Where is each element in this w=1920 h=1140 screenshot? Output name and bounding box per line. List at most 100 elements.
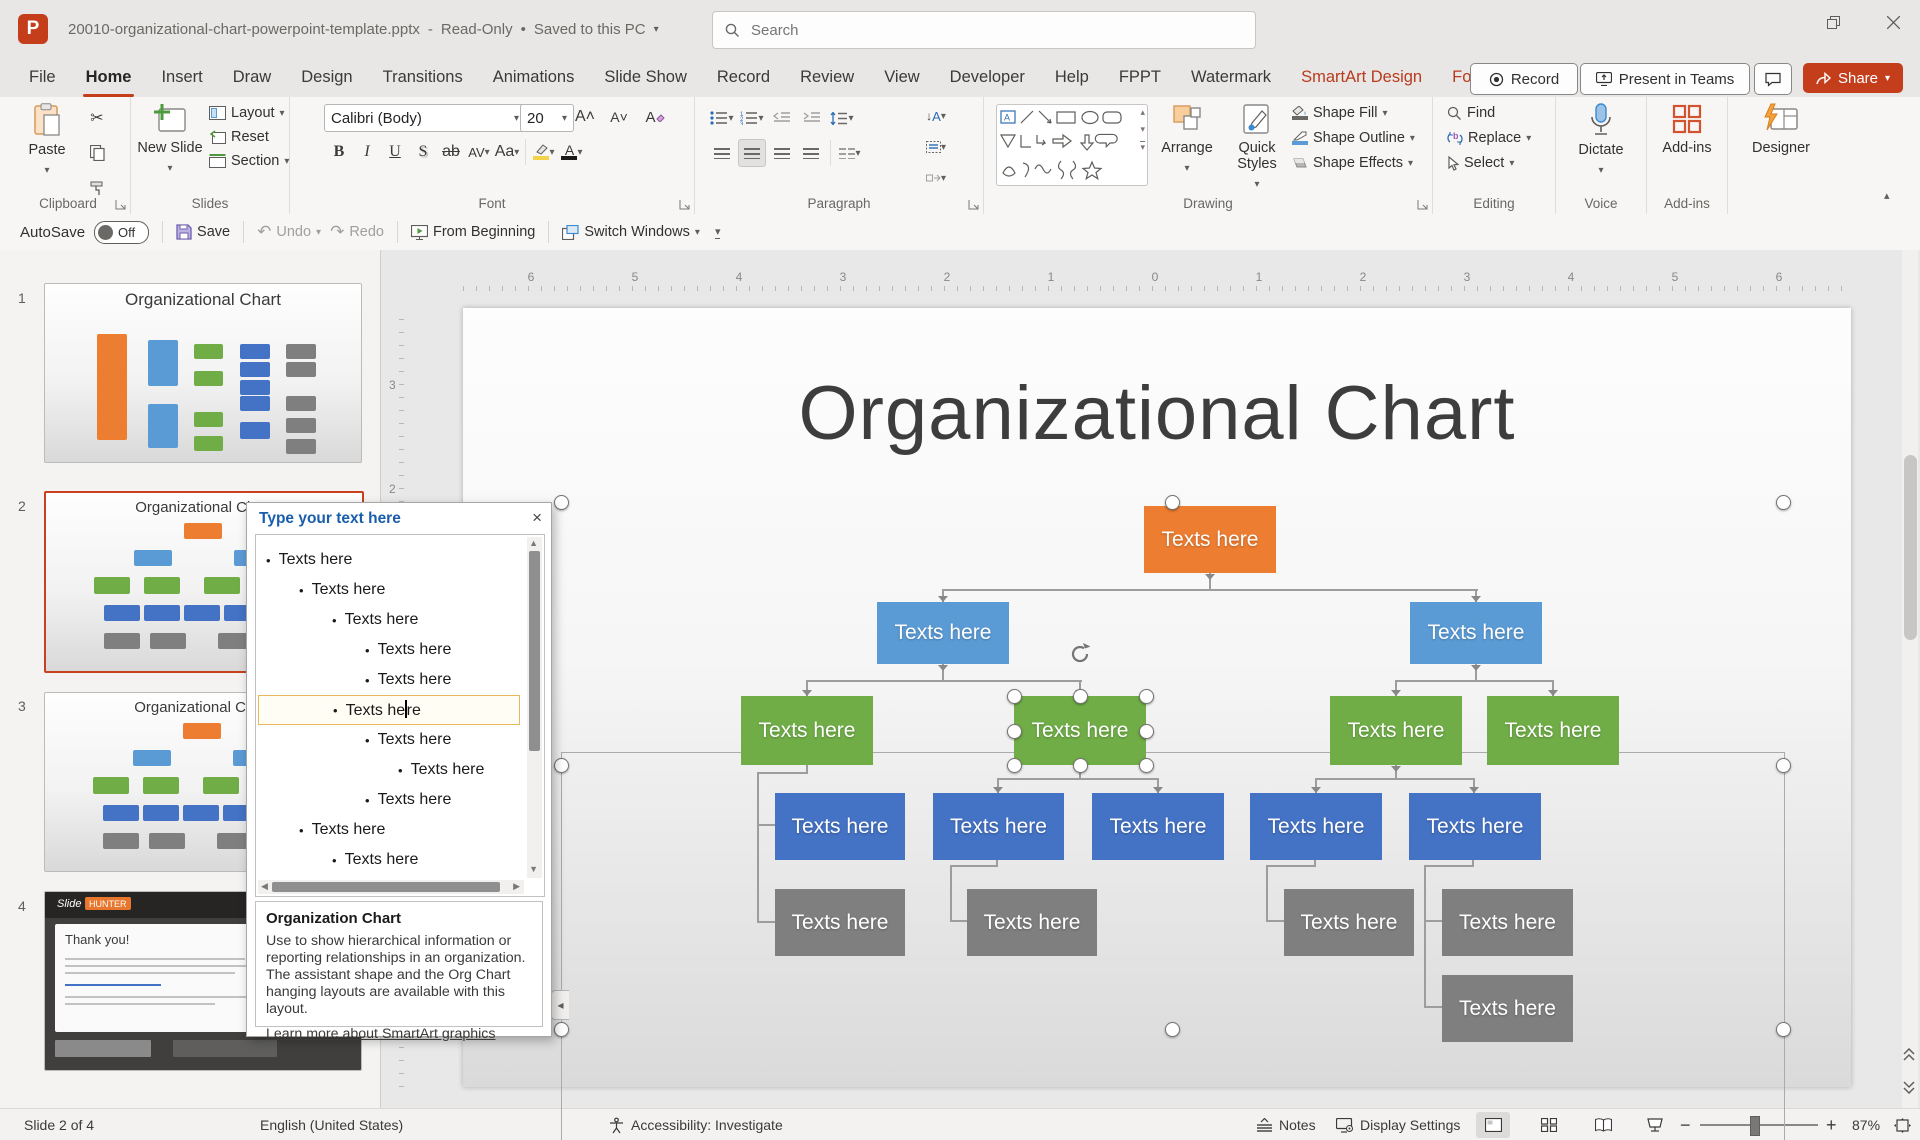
- paste-button[interactable]: Paste ▾: [14, 103, 80, 179]
- font-size-select[interactable]: 20▾: [520, 104, 574, 132]
- org-node-b1[interactable]: Texts here: [775, 793, 905, 860]
- shape-resize-handle[interactable]: [1139, 758, 1154, 773]
- underline-button[interactable]: U: [382, 139, 408, 165]
- text-pane-collapse-arrow[interactable]: ◂: [551, 990, 569, 1020]
- frame-resize-handle[interactable]: [1165, 1022, 1180, 1037]
- org-node-gr1[interactable]: Texts here: [775, 889, 905, 956]
- find-button[interactable]: Find: [1447, 105, 1531, 121]
- section-button[interactable]: Section▾: [209, 153, 289, 169]
- text-pane-item[interactable]: •Texts here: [258, 815, 520, 845]
- zoom-in-button[interactable]: +: [1826, 1109, 1837, 1140]
- frame-resize-handle[interactable]: [1165, 495, 1180, 510]
- text-pane-item[interactable]: •Texts here: [258, 665, 520, 695]
- shape-resize-handle[interactable]: [1073, 758, 1088, 773]
- reset-button[interactable]: Reset: [209, 129, 289, 145]
- scroll-up-icon[interactable]: ▲: [529, 539, 538, 548]
- comments-button[interactable]: [1754, 63, 1792, 95]
- powerpoint-app-icon[interactable]: P: [18, 14, 48, 44]
- replace-button[interactable]: b Replace▾: [1447, 130, 1531, 146]
- designer-button[interactable]: Designer: [1748, 103, 1814, 156]
- text-pane-item[interactable]: •Texts here: [258, 845, 520, 875]
- search-box[interactable]: [712, 11, 1256, 49]
- text-pane-item[interactable]: •Texts here: [258, 635, 520, 665]
- frame-resize-handle[interactable]: [1776, 1022, 1791, 1037]
- save-button[interactable]: Save: [176, 224, 230, 240]
- font-color-button[interactable]: A ▾: [559, 139, 585, 165]
- tab-file[interactable]: File: [14, 58, 71, 97]
- text-pane-item[interactable]: •Texts here: [258, 605, 520, 635]
- tab-fppt[interactable]: FPPT: [1104, 58, 1176, 97]
- switch-windows-button[interactable]: Switch Windows▾: [562, 224, 700, 240]
- language-button[interactable]: English (United States): [260, 1109, 403, 1140]
- tab-animations[interactable]: Animations: [478, 58, 590, 97]
- numbering-button[interactable]: 123 ▾: [739, 105, 765, 131]
- text-pane-item[interactable]: •Texts here: [258, 725, 520, 755]
- tab-developer[interactable]: Developer: [935, 58, 1040, 97]
- align-right-button[interactable]: [769, 140, 795, 166]
- justify-button[interactable]: [798, 140, 824, 166]
- copy-button[interactable]: [84, 140, 110, 166]
- saved-status[interactable]: Saved to this PC: [534, 21, 646, 38]
- shape-resize-handle[interactable]: [1073, 689, 1088, 704]
- align-center-button[interactable]: [738, 139, 766, 167]
- change-case-button[interactable]: Aa▾: [494, 139, 520, 165]
- org-node-b5[interactable]: Texts here: [1409, 793, 1541, 860]
- align-left-button[interactable]: [709, 140, 735, 166]
- text-pane-hscroll-thumb[interactable]: [272, 882, 500, 892]
- new-slide-button[interactable]: New Slide ▾: [137, 103, 203, 177]
- zoom-percent[interactable]: 87%: [1852, 1109, 1880, 1140]
- shape-resize-handle[interactable]: [1007, 689, 1022, 704]
- shape-outline-button[interactable]: Shape Outline▾: [1292, 130, 1415, 146]
- org-node-b2[interactable]: Texts here: [933, 793, 1064, 860]
- tab-help[interactable]: Help: [1040, 58, 1104, 97]
- fit-slide-to-window-button[interactable]: [1894, 1109, 1911, 1140]
- frame-resize-handle[interactable]: [554, 495, 569, 510]
- smartart-learn-more-link[interactable]: Learn more about SmartArt graphics: [266, 1026, 495, 1042]
- slide-title[interactable]: Organizational Chart: [463, 370, 1851, 457]
- org-node-gr4[interactable]: Texts here: [1442, 889, 1573, 956]
- shape-resize-handle[interactable]: [1007, 758, 1022, 773]
- org-node-b4[interactable]: Texts here: [1250, 793, 1382, 860]
- restore-window-icon[interactable]: [1806, 0, 1860, 44]
- org-node-g1[interactable]: Texts here: [741, 696, 873, 765]
- tab-review[interactable]: Review: [785, 58, 869, 97]
- qat-overflow-button[interactable]: ▾: [715, 225, 721, 239]
- increase-indent-button[interactable]: [799, 105, 825, 131]
- shape-resize-handle[interactable]: [1139, 689, 1154, 704]
- text-pane-vscroll-thumb[interactable]: [529, 551, 540, 751]
- strikethrough-button[interactable]: ab: [438, 139, 464, 165]
- shapes-gallery-scroll[interactable]: ▴▾▾: [1140, 107, 1145, 153]
- text-pane-item-selected[interactable]: •Texts here: [258, 695, 520, 725]
- org-node-b3[interactable]: Texts here: [1092, 793, 1224, 860]
- text-shadow-button[interactable]: S: [410, 139, 436, 165]
- tab-insert[interactable]: Insert: [146, 58, 217, 97]
- clear-formatting-button[interactable]: A: [642, 104, 668, 130]
- convert-to-smartart-button[interactable]: ▾: [923, 165, 949, 191]
- tab-home[interactable]: Home: [71, 58, 147, 97]
- org-node-g3[interactable]: Texts here: [1330, 696, 1462, 765]
- org-node-g2[interactable]: Texts here: [1014, 696, 1146, 765]
- tab-view[interactable]: View: [869, 58, 934, 97]
- decrease-font-size-button[interactable]: A˅: [606, 104, 632, 130]
- scroll-right-icon[interactable]: ▶: [513, 882, 520, 891]
- vertical-scrollbar-thumb[interactable]: [1904, 455, 1917, 640]
- clipboard-dialog-launcher[interactable]: [115, 199, 126, 210]
- shape-resize-handle[interactable]: [1007, 724, 1022, 739]
- present-in-teams-button[interactable]: Present in Teams: [1580, 63, 1750, 95]
- tab-draw[interactable]: Draw: [218, 58, 287, 97]
- org-node-gr5[interactable]: Texts here: [1442, 975, 1573, 1042]
- text-pane-item[interactable]: •Texts here: [258, 785, 520, 815]
- slide-thumbnail-1[interactable]: Organizational Chart: [44, 283, 362, 463]
- text-pane-close-icon[interactable]: ×: [532, 508, 542, 528]
- collapse-ribbon-button[interactable]: ▴: [1884, 189, 1890, 202]
- from-beginning-button[interactable]: From Beginning: [411, 224, 535, 240]
- cut-button[interactable]: ✂: [84, 105, 110, 131]
- tab-design[interactable]: Design: [286, 58, 367, 97]
- text-pane-item[interactable]: •Texts here: [258, 755, 520, 785]
- tab-slide-show[interactable]: Slide Show: [589, 58, 702, 97]
- arrange-button[interactable]: Arrange ▾: [1154, 103, 1220, 177]
- text-pane-item[interactable]: •Texts here: [258, 545, 520, 575]
- dictate-button[interactable]: Dictate ▾: [1568, 103, 1634, 179]
- layout-button[interactable]: Layout▾: [209, 105, 289, 121]
- increase-font-size-button[interactable]: A˄: [572, 104, 598, 130]
